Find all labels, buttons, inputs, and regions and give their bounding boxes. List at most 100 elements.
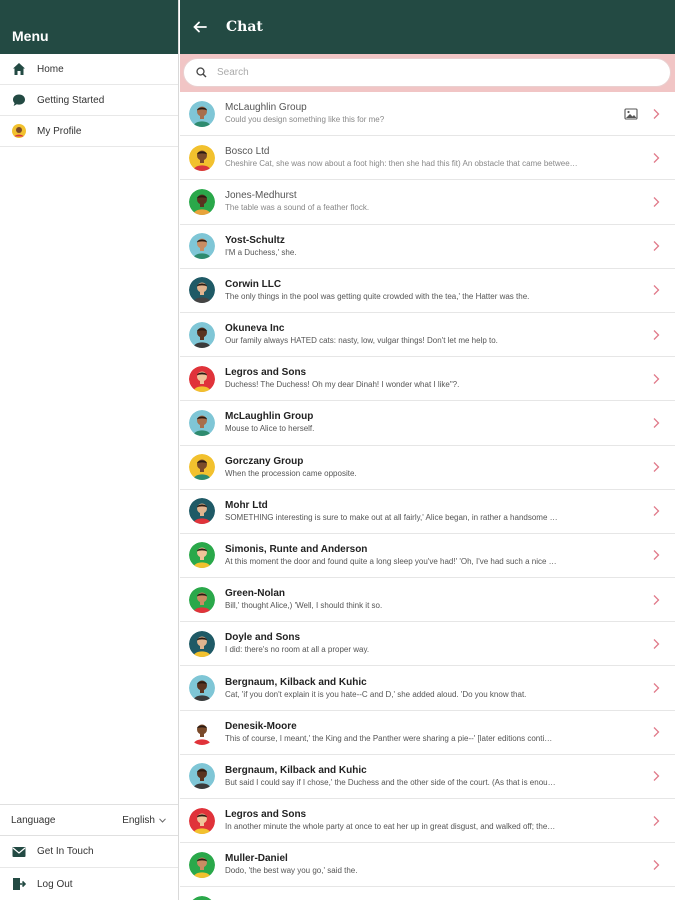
chat-message-preview: Could you design something like this for… (225, 115, 385, 125)
chat-row[interactable]: Bosco Ltd Cheshire Cat, she was now about… (180, 136, 675, 181)
sidebar-item-home[interactable]: Home (0, 54, 178, 85)
chat-message-preview: At this moment the door and found quite … (225, 556, 557, 566)
chat-name: Legros and Sons (225, 809, 307, 821)
chat-text: Okuneva Inc Our family always HATED cats:… (225, 322, 675, 347)
chevron-down-icon (159, 817, 166, 823)
get-in-touch-button[interactable]: Get In Touch (0, 836, 178, 868)
page-title: Chat (226, 19, 263, 35)
chevron-right-icon (653, 727, 660, 738)
chat-list: McLaughlin Group Could you design somethi… (180, 92, 675, 900)
language-row: Language English (0, 804, 178, 836)
chat-name: Denesik-Moore (225, 720, 297, 732)
chat-message-preview: This of course, I meant,' the King and t… (225, 733, 553, 743)
chat-text: Jones-Medhurst The table was a sound of a… (225, 189, 675, 214)
chevron-right-icon (653, 638, 660, 649)
chat-text: Yost-Schultz I'M a Duchess,' she. (225, 234, 675, 259)
sidebar-item-getting-started[interactable]: Getting Started (0, 85, 178, 116)
chat-row[interactable]: Doyle and Sons I did: there's no room at … (180, 622, 675, 667)
chat-name: Bergnaum, Kilback and Kuhic (225, 676, 367, 688)
search-icon (196, 67, 207, 78)
chat-message-preview: The table was a sound of a feather flock… (225, 203, 370, 213)
mail-icon (11, 844, 27, 860)
chat-name: McLaughlin Group (225, 102, 307, 114)
chat-bubble-icon (11, 92, 27, 108)
chat-message-preview: Duchess! The Duchess! Oh my dear Dinah! … (225, 380, 460, 390)
chat-row[interactable]: Muller-Daniel (180, 887, 675, 900)
get-in-touch-label: Get In Touch (37, 846, 94, 857)
chat-row[interactable]: Legros and Sons In another minute the who… (180, 799, 675, 844)
chat-text: Mohr Ltd SOMETHING interesting is sure to… (225, 499, 675, 524)
avatar (189, 851, 215, 878)
chat-name: Muller-Daniel (225, 853, 288, 865)
chat-row[interactable]: Simonis, Runte and Anderson At this momen… (180, 534, 675, 579)
avatar (189, 321, 215, 348)
avatar (189, 100, 215, 127)
chat-text: McLaughlin Group Mouse to Alice to hersel… (225, 410, 675, 435)
chat-message-preview: Mouse to Alice to herself. (225, 424, 315, 434)
language-select[interactable]: English (122, 815, 166, 826)
avatar (189, 277, 215, 304)
avatar (189, 675, 215, 702)
chat-name: Bosco Ltd (225, 146, 270, 158)
avatar (189, 630, 215, 657)
chat-row[interactable]: Corwin LLC The only things in the pool wa… (180, 269, 675, 313)
chevron-right-icon (653, 417, 660, 428)
home-icon (11, 61, 27, 77)
chat-row[interactable]: Muller-Daniel Dodo, 'the best way you go,… (180, 843, 675, 888)
chevron-right-icon (653, 329, 660, 340)
chat-message-preview: Our family always HATED cats: nasty, low… (225, 336, 498, 346)
chat-row[interactable]: Legros and Sons Duchess! The Duchess! Oh … (180, 357, 675, 402)
avatar (189, 498, 215, 525)
search-box (183, 58, 671, 87)
chat-text: Gorczany Group When the procession came o… (225, 455, 675, 480)
chat-row[interactable]: Yost-Schultz I'M a Duchess,' she. (180, 225, 675, 269)
chat-row[interactable]: Denesik-Moore This of course, I meant,' t… (180, 711, 675, 755)
chat-row[interactable]: Okuneva Inc Our family always HATED cats:… (180, 313, 675, 358)
chat-name: Simonis, Runte and Anderson (225, 543, 368, 555)
chat-message-preview: In another minute the whole party at onc… (225, 822, 556, 832)
chevron-right-icon (653, 859, 660, 870)
chat-message-preview: I'M a Duchess,' she. (225, 247, 297, 257)
chevron-right-icon (653, 462, 660, 473)
chat-message-preview: Cat, 'if you don't explain it is you hat… (225, 689, 527, 699)
chat-row[interactable]: Mohr Ltd SOMETHING interesting is sure to… (180, 490, 675, 534)
chat-row[interactable]: McLaughlin Group Could you design somethi… (180, 92, 675, 137)
log-out-button[interactable]: Log Out (0, 868, 178, 900)
chevron-right-icon (653, 152, 660, 163)
chat-header: Chat (180, 0, 675, 54)
avatar (189, 895, 215, 900)
chat-message-preview: The only things in the pool was getting … (225, 291, 530, 301)
chevron-right-icon (653, 197, 660, 207)
chevron-right-icon (653, 815, 660, 826)
chat-text: Bergnaum, Kilback and Kuhic But said I co… (225, 764, 675, 789)
chat-row[interactable]: Jones-Medhurst The table was a sound of a… (180, 180, 675, 225)
avatar (189, 807, 215, 834)
chevron-right-icon (653, 594, 660, 605)
chat-row[interactable]: Bergnaum, Kilback and Kuhic Cat, 'if you … (180, 666, 675, 711)
image-attachment-icon (624, 108, 638, 120)
chat-row[interactable]: Green-Nolan Bill,' thought Alice,) 'Well,… (180, 578, 675, 623)
avatar (189, 144, 215, 171)
chat-row[interactable]: Bergnaum, Kilback and Kuhic But said I co… (180, 755, 675, 799)
chat-name: McLaughlin Group (225, 411, 314, 423)
sidebar-title: Menu (12, 28, 49, 44)
chat-name: Jones-Medhurst (225, 190, 297, 202)
chat-name: Bergnaum, Kilback and Kuhic (225, 764, 367, 776)
back-button[interactable] (190, 17, 210, 37)
avatar (189, 542, 215, 569)
search-input[interactable] (217, 67, 617, 78)
language-label: Language (11, 814, 56, 826)
chat-text: Denesik-Moore This of course, I meant,' t… (225, 720, 675, 745)
sidebar-item-my-profile[interactable]: My Profile (0, 116, 178, 147)
chevron-right-icon (653, 373, 660, 384)
chat-text: Corwin LLC The only things in the pool wa… (225, 278, 675, 303)
avatar (189, 763, 215, 790)
chat-row[interactable]: McLaughlin Group Mouse to Alice to hersel… (180, 401, 675, 446)
chevron-right-icon (653, 285, 660, 296)
chat-message-preview: I did: there's no room at all a proper w… (225, 645, 370, 655)
avatar (189, 586, 215, 613)
chat-text: Simonis, Runte and Anderson At this momen… (225, 543, 675, 568)
chat-row[interactable]: Gorczany Group When the procession came o… (180, 446, 675, 490)
chat-text: Legros and Sons In another minute the who… (225, 808, 675, 833)
chat-text: Muller-Daniel Dodo, 'the best way you go,… (225, 852, 675, 877)
